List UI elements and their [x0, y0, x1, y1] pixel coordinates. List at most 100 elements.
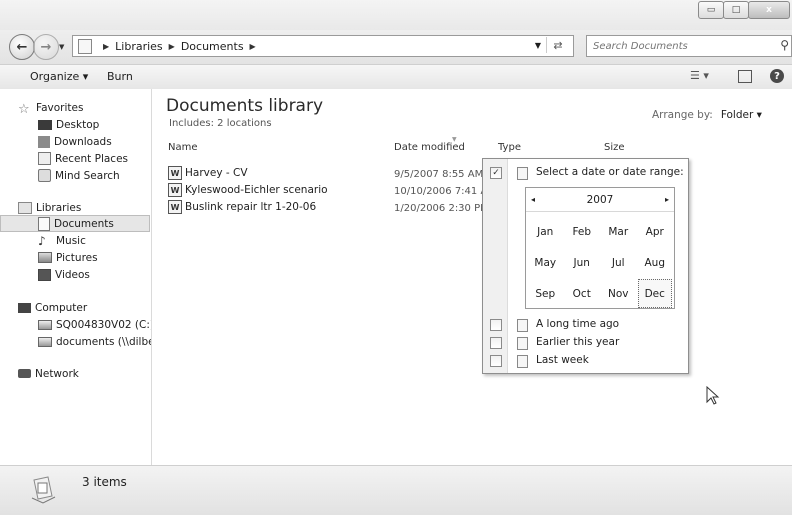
sidebar-item-downloads[interactable]: Downloads	[38, 133, 112, 150]
organize-button[interactable]: Organize ▾	[30, 70, 88, 83]
forward-button[interactable]: →	[33, 34, 59, 60]
sidebar-item-music[interactable]: ♪ Music	[38, 232, 86, 249]
date-range-icon	[517, 167, 528, 180]
view-icon[interactable]: ☰ ▾	[690, 69, 709, 82]
sidebar-network[interactable]: Network	[18, 365, 79, 382]
sidebar-item-pictures[interactable]: Pictures	[38, 249, 98, 266]
music-icon: ♪	[38, 233, 46, 248]
select-range-checkbox[interactable]: ✓	[490, 167, 502, 179]
address-dropdown-icon[interactable]: ▼	[535, 41, 541, 50]
details-pane: 3 items	[0, 465, 792, 515]
arrange-by-dropdown[interactable]: Folder ▾	[721, 109, 762, 121]
back-button[interactable]: ←	[9, 34, 35, 60]
month-aug[interactable]: Aug	[637, 247, 674, 278]
month-apr[interactable]: Apr	[637, 216, 674, 247]
month-jun[interactable]: Jun	[564, 247, 601, 278]
sidebar-computer[interactable]: Computer	[18, 299, 88, 316]
pictures-icon	[38, 252, 52, 263]
sidebar-item-documents[interactable]: Documents	[0, 215, 150, 232]
word-document-icon: W	[168, 200, 182, 214]
help-icon[interactable]: ?	[770, 69, 784, 83]
file-name: Buslink repair ltr 1-20-06	[185, 201, 317, 213]
month-oct[interactable]: Oct	[564, 278, 601, 309]
month-grid: Jan Feb Mar Apr May Jun Jul Aug Sep Oct …	[527, 216, 673, 309]
back-arrow-icon: ←	[16, 39, 28, 55]
navigation-pane: ☆ Favorites Desktop Downloads Recent Pla…	[0, 89, 152, 465]
file-row[interactable]: W Buslink repair ltr 1-20-06	[168, 199, 316, 215]
select-range-label: Select a date or date range:	[536, 166, 684, 178]
sidebar-item-label: Music	[56, 234, 86, 247]
sidebar-item-label: Mind Search	[55, 169, 120, 182]
breadcrumb-chevron-icon[interactable]: ▶	[250, 42, 256, 51]
calendar-year[interactable]: 2007	[587, 194, 614, 206]
previous-year-icon[interactable]: ◂	[526, 195, 540, 204]
sidebar-favorites[interactable]: ☆ Favorites	[18, 99, 83, 117]
earlier-this-year-checkbox[interactable]	[490, 337, 502, 349]
month-mar[interactable]: Mar	[600, 216, 637, 247]
file-row[interactable]: W Kyleswood-Eichler scenario	[168, 182, 328, 198]
sidebar-item-label: Videos	[55, 268, 90, 281]
mind-search-icon	[38, 169, 51, 182]
next-year-icon[interactable]: ▸	[660, 195, 674, 204]
column-header-name[interactable]: Name	[168, 142, 198, 153]
month-nov[interactable]: Nov	[600, 278, 637, 309]
file-date: 10/10/2006 7:41 AM	[394, 186, 496, 197]
breadcrumb-documents[interactable]: Documents	[181, 40, 244, 53]
search-icon[interactable]: ⚲	[780, 38, 789, 52]
maximize-button[interactable]: □	[723, 1, 749, 19]
command-bar: Organize ▾ Burn ☰ ▾ ?	[0, 64, 792, 90]
library-locations-link[interactable]: Includes: 2 locations	[169, 118, 272, 129]
close-button[interactable]: x	[748, 1, 790, 19]
long-time-ago-checkbox[interactable]	[490, 319, 502, 331]
breadcrumb-chevron-icon[interactable]: ▶	[169, 42, 175, 51]
breadcrumb-libraries[interactable]: Libraries	[115, 40, 163, 53]
preview-pane-icon[interactable]	[738, 70, 752, 83]
star-icon: ☆	[18, 101, 30, 117]
sidebar-item-mind-search[interactable]: Mind Search	[38, 167, 120, 184]
item-count: 3 items	[82, 475, 127, 489]
month-may[interactable]: May	[527, 247, 564, 278]
column-header-date-modified[interactable]: Date modified	[394, 142, 465, 153]
date-filter-popup: ✓ Select a date or date range: ◂ 2007 ▸ …	[482, 158, 689, 374]
file-row[interactable]: W Harvey - CV	[168, 165, 248, 181]
breadcrumb-chevron-icon[interactable]: ▶	[103, 42, 109, 51]
sidebar-item-drive-c[interactable]: SQ004830V02 (C:)	[38, 316, 151, 333]
sidebar-item-label: Computer	[35, 301, 88, 314]
file-date: 9/5/2007 8:55 AM	[394, 169, 484, 180]
forward-arrow-icon: →	[40, 39, 52, 55]
date-range-icon	[517, 337, 528, 350]
library-subtitle[interactable]: Includes: 2 locations	[169, 118, 272, 129]
month-sep[interactable]: Sep	[527, 278, 564, 309]
recent-pages-dropdown-icon[interactable]: ▼	[59, 43, 64, 51]
month-jul[interactable]: Jul	[600, 247, 637, 278]
column-header-size[interactable]: Size	[604, 142, 625, 153]
minimize-button[interactable]: ▭	[698, 1, 724, 19]
column-header-type[interactable]: Type	[498, 142, 521, 153]
search-box[interactable]: ⚲	[586, 35, 792, 57]
search-input[interactable]	[591, 39, 765, 53]
computer-icon	[18, 302, 31, 313]
arrange-by: Arrange by: Folder ▾	[652, 109, 762, 121]
sidebar-item-desktop[interactable]: Desktop	[38, 116, 99, 133]
refresh-icon[interactable]: ⇄	[546, 37, 569, 53]
documents-icon	[38, 216, 50, 231]
burn-button[interactable]: Burn	[107, 70, 133, 83]
address-bar[interactable]: ▶ Libraries ▶ Documents ▶ ▼ ⇄	[72, 35, 574, 57]
sidebar-item-label: Pictures	[56, 251, 98, 264]
sidebar-item-recent-places[interactable]: Recent Places	[38, 150, 128, 167]
month-dec[interactable]: Dec	[637, 279, 672, 308]
network-icon	[18, 369, 31, 378]
sidebar-item-network-drive[interactable]: documents (\\dilbert	[38, 333, 151, 350]
last-week-checkbox[interactable]	[490, 355, 502, 367]
navigation-bar: ← → ▼ ▶ Libraries ▶ Documents ▶ ▼ ⇄ ⚲	[0, 30, 792, 64]
libraries-icon	[18, 201, 32, 214]
option-last-week[interactable]: Last week	[536, 354, 589, 366]
month-jan[interactable]: Jan	[527, 216, 564, 247]
sidebar-libraries[interactable]: Libraries	[18, 199, 82, 216]
sidebar-item-videos[interactable]: Videos	[38, 266, 90, 283]
option-long-time-ago[interactable]: A long time ago	[536, 318, 619, 330]
sidebar-item-label: Libraries	[36, 201, 82, 214]
option-earlier-this-year[interactable]: Earlier this year	[536, 336, 619, 348]
sidebar-item-label: Downloads	[54, 135, 112, 148]
month-feb[interactable]: Feb	[564, 216, 601, 247]
